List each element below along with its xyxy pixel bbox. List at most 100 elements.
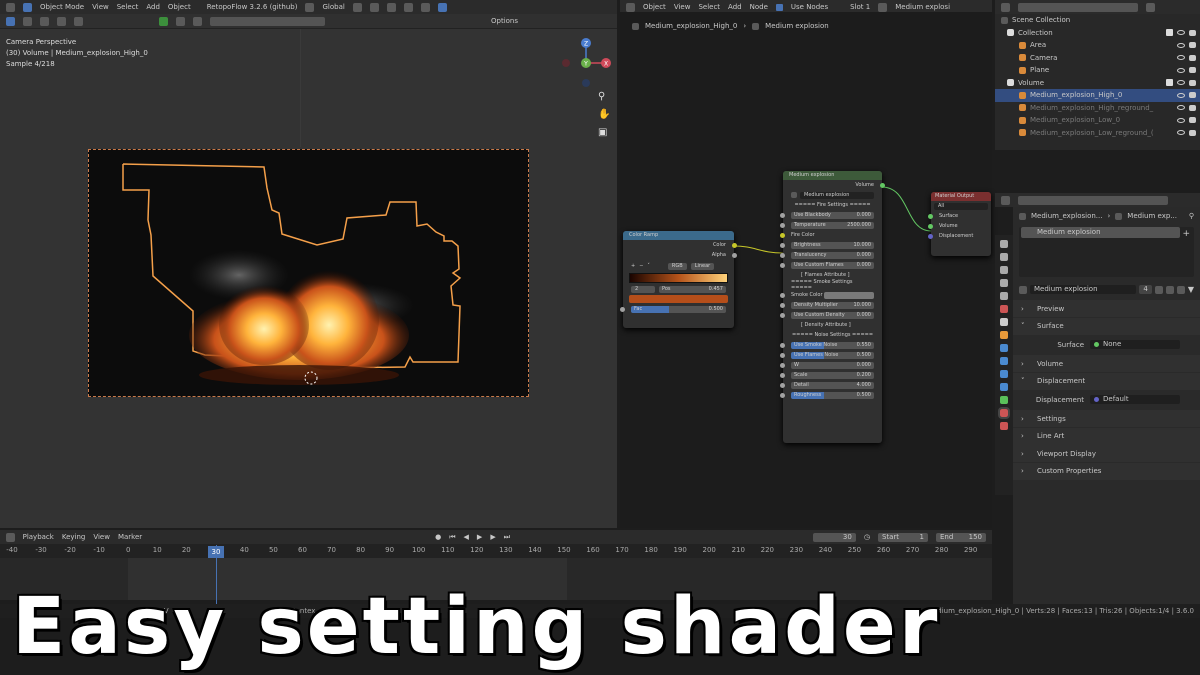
node-editor[interactable]: Medium_explosion_High_0 › Medium explosi… <box>620 12 992 528</box>
mode-select[interactable]: Object Mode <box>40 3 84 11</box>
navigation-gizmo[interactable]: Z Y X <box>558 37 614 93</box>
filter-icon[interactable]: ▼ <box>1188 285 1194 294</box>
panel-viewport-display[interactable]: › Viewport Display <box>1013 445 1200 462</box>
chevron-down-icon[interactable]: ˅ <box>647 263 650 269</box>
group-name-field[interactable]: Medium explosion <box>800 191 874 199</box>
menu-playback[interactable]: Playback <box>23 533 54 541</box>
zoom-icon[interactable]: ⚲ <box>598 91 605 102</box>
render-camera-icon[interactable] <box>1189 42 1196 49</box>
render-camera-icon[interactable] <box>1189 54 1196 61</box>
stop-pos-field[interactable]: Pos 0.457 <box>659 285 726 293</box>
panel-custom-properties[interactable]: › Custom Properties <box>1013 462 1200 480</box>
scene-tab-icon[interactable] <box>1000 292 1008 300</box>
render-camera-icon[interactable] <box>1189 92 1196 99</box>
input-slider[interactable]: Brightness 10.000 <box>791 241 874 249</box>
socket[interactable] <box>880 182 885 188</box>
properties-search-input[interactable] <box>1018 195 1168 205</box>
input-slider[interactable]: Scale 0.200 <box>791 371 874 379</box>
object-tab-icon[interactable] <box>1000 331 1008 339</box>
node-object-select[interactable]: Object <box>643 3 666 11</box>
editor-type-icon[interactable] <box>1001 2 1010 12</box>
outliner-item[interactable]: Medium_explosion_High_reground_ <box>995 102 1200 115</box>
jump-start-icon[interactable]: ⏮ <box>449 533 455 542</box>
editor-type-icon[interactable] <box>1001 195 1010 205</box>
socket[interactable] <box>780 312 785 318</box>
world-tab-icon[interactable] <box>1000 305 1008 313</box>
displacement-field[interactable]: Default <box>1090 395 1180 404</box>
view-layer-tab-icon[interactable] <box>1000 279 1008 287</box>
visibility-eye-icon[interactable] <box>1177 42 1185 48</box>
material-slots-list[interactable]: Medium explosion + <box>1019 227 1194 277</box>
render-camera-icon[interactable] <box>1189 117 1196 124</box>
input-slider[interactable]: Use Custom Flames 0.000 <box>791 261 874 269</box>
explosion-group-node[interactable]: Medium explosion Volume Medium explosion… <box>780 171 885 443</box>
particles-tab-icon[interactable] <box>1000 357 1008 365</box>
data-tab-icon[interactable] <box>1000 396 1008 404</box>
node-header[interactable]: Material Output <box>931 192 991 201</box>
select-mode-icon[interactable] <box>74 16 83 26</box>
stop-color-swatch[interactable] <box>629 295 728 303</box>
input-slider[interactable]: Use Smoke Noise 0.550 <box>791 341 874 349</box>
camera-view-icon[interactable]: ▣ <box>598 127 607 138</box>
panel-preview[interactable]: › Preview <box>1013 300 1200 317</box>
snap-icon[interactable] <box>352 2 362 12</box>
remove-stop-icon[interactable]: − <box>639 263 643 269</box>
node-header[interactable]: Medium explosion <box>783 171 882 180</box>
outliner-item[interactable]: Medium_explosion_High_0 <box>995 89 1200 102</box>
socket[interactable] <box>928 223 933 229</box>
menu-view[interactable]: View <box>92 3 109 11</box>
duplicate-icon[interactable] <box>1165 285 1174 294</box>
color-ramp-node[interactable]: Color Ramp Color Alpha + − ˅ RGB Linear … <box>620 231 737 328</box>
material-users-count[interactable]: 4 <box>1139 285 1152 294</box>
menu-add[interactable]: Add <box>728 3 742 11</box>
outliner-search-input[interactable] <box>1018 2 1138 12</box>
close-icon[interactable] <box>1176 285 1185 294</box>
addon-menu[interactable]: RetopoFlow 3.2.6 (github) <box>207 3 298 11</box>
editor-type-icon[interactable] <box>626 2 635 12</box>
menu-node[interactable]: Node <box>750 3 768 11</box>
socket[interactable] <box>780 232 785 238</box>
ramp-gradient[interactable] <box>629 273 728 283</box>
render-camera-icon[interactable] <box>1189 104 1196 111</box>
use-nodes-checkbox[interactable] <box>775 3 783 11</box>
gizmo-icon[interactable] <box>386 2 396 12</box>
menu-select[interactable]: Select <box>117 3 139 11</box>
color-swatch[interactable] <box>824 291 874 299</box>
node-header[interactable]: Color Ramp <box>623 231 734 240</box>
render-camera-icon[interactable] <box>1189 129 1196 136</box>
menu-view[interactable]: View <box>93 533 110 541</box>
record-icon[interactable]: ● <box>435 533 441 541</box>
input-slider[interactable]: Use Custom Density 0.000 <box>791 311 874 319</box>
menu-marker[interactable]: Marker <box>118 533 142 541</box>
collection-tab-icon[interactable] <box>1000 318 1008 326</box>
overlay-icon[interactable] <box>403 2 413 12</box>
socket[interactable] <box>928 233 933 239</box>
socket[interactable] <box>780 352 785 358</box>
add-slot-icon[interactable]: + <box>1182 229 1190 239</box>
playhead-frame-label[interactable]: 30 <box>208 546 224 558</box>
menu-object[interactable]: Object <box>168 3 191 11</box>
outliner-item[interactable]: Collection <box>995 27 1200 40</box>
input-slider[interactable]: Temperature 2500.000 <box>791 221 874 229</box>
socket[interactable] <box>780 392 785 398</box>
socket[interactable] <box>780 292 785 298</box>
filter-icon[interactable] <box>176 16 185 26</box>
select-mode-icon[interactable] <box>40 16 49 26</box>
stop-index-field[interactable]: 2 <box>631 285 655 293</box>
input-slider[interactable]: Use Blackbody 0.000 <box>791 211 874 219</box>
panel-volume[interactable]: › Volume <box>1013 355 1200 372</box>
panel-line-art[interactable]: › Line Art <box>1013 427 1200 445</box>
socket[interactable] <box>780 342 785 348</box>
pan-hand-icon[interactable]: ✋ <box>598 109 610 120</box>
input-slider[interactable]: Translucency 0.000 <box>791 251 874 259</box>
outliner-item[interactable]: Camera <box>995 52 1200 65</box>
input-slider[interactable]: Roughness 0.500 <box>791 391 874 399</box>
orientation-select[interactable]: Global <box>322 3 344 11</box>
shading-rendered-icon[interactable] <box>437 2 447 12</box>
select-mode-icon[interactable] <box>57 16 66 26</box>
material-output-node[interactable]: Material Output All Surface Volume Displ… <box>928 192 991 256</box>
visibility-eye-icon[interactable] <box>1177 130 1185 136</box>
socket[interactable] <box>620 306 625 312</box>
current-frame-field[interactable]: 30 <box>812 532 856 542</box>
select-box-icon[interactable] <box>6 16 15 26</box>
